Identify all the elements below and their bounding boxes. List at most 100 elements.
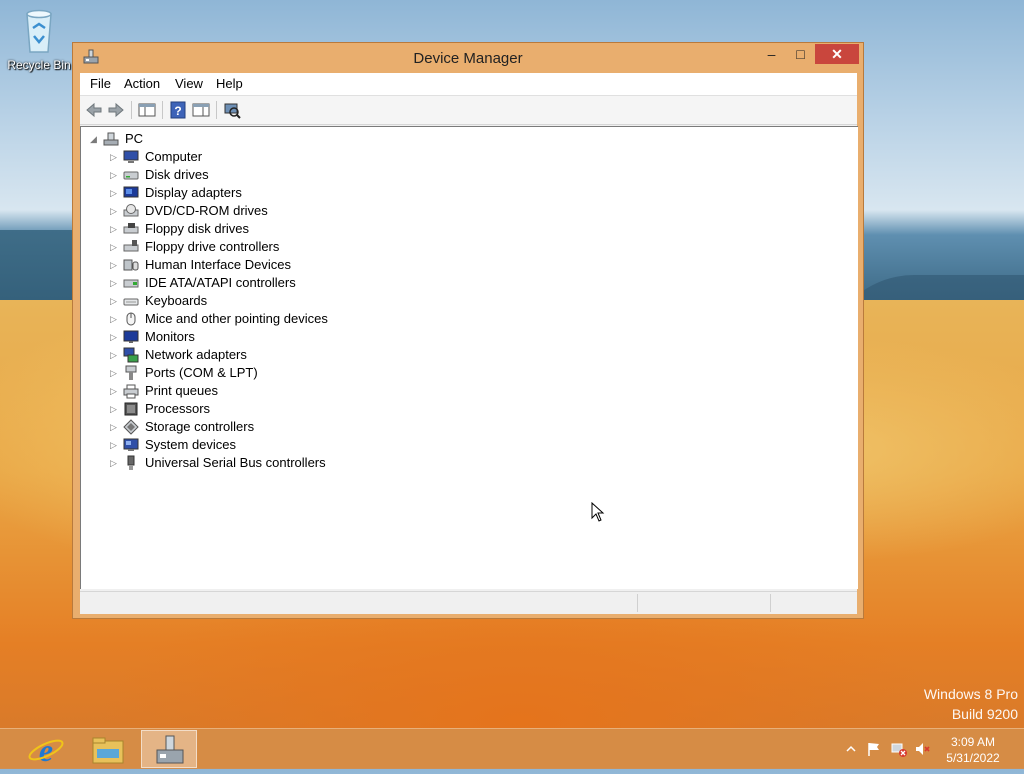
hid-icon [123, 259, 139, 271]
tree-node-label: Print queues [145, 383, 218, 398]
network-adapter-icon [123, 347, 139, 363]
expand-arrow-icon[interactable]: ▷ [110, 188, 118, 198]
toolbar-separator [131, 101, 132, 119]
title-bar[interactable]: Device Manager – □ ✕ [73, 43, 863, 73]
mouse-cursor-icon [591, 502, 605, 522]
tree-node-label: Human Interface Devices [145, 257, 291, 272]
expand-arrow-icon[interactable]: ▷ [110, 170, 118, 180]
recycle-bin-label: Recycle Bin [7, 58, 71, 72]
menu-bar: File Action View Help [80, 73, 857, 96]
window-title: Device Manager [413, 50, 523, 67]
tree-node-label: Floppy disk drives [145, 221, 250, 236]
internet-explorer-icon: e [28, 732, 64, 768]
menu-action[interactable]: Action [124, 76, 160, 91]
file-explorer-icon [92, 737, 124, 764]
taskbar-internet-explorer[interactable]: e [18, 730, 74, 768]
network-icon[interactable] [891, 741, 907, 757]
show-hidden-icons-icon[interactable] [843, 741, 859, 757]
taskbar-device-manager[interactable] [141, 730, 197, 768]
close-button[interactable]: ✕ [815, 44, 859, 64]
expand-arrow-icon[interactable]: ▷ [110, 422, 118, 432]
tree-root-label: PC [125, 131, 144, 146]
clock-date: 5/31/2022 [946, 751, 1000, 765]
toolbar: ? [80, 96, 857, 125]
tree-node-label: Display adapters [145, 185, 242, 200]
expand-arrow-icon[interactable]: ▷ [110, 278, 118, 288]
scan-hardware-icon[interactable] [222, 100, 242, 120]
maximize-button[interactable]: □ [787, 44, 814, 64]
mouse-icon [126, 312, 136, 326]
monitor-icon [123, 330, 139, 343]
tree-node-label: Storage controllers [145, 419, 255, 434]
tree-node-label: Disk drives [145, 167, 209, 182]
toolbar-separator [216, 101, 217, 119]
expand-arrow-icon[interactable]: ▷ [110, 224, 118, 234]
tree-node-label: Keyboards [145, 293, 208, 308]
port-icon [125, 365, 137, 380]
display-adapter-icon [123, 186, 139, 198]
tree-node-label: Processors [145, 401, 211, 416]
tree-node-label: Universal Serial Bus controllers [145, 455, 326, 470]
device-tree[interactable]: ◢ PC ▷ Computer ▷ Disk drives ▷ Display adapt… [80, 126, 858, 589]
status-bar-divider [770, 594, 771, 612]
tree-node-label: Computer [145, 149, 203, 164]
expand-arrow-icon[interactable]: ▷ [110, 350, 118, 360]
tree-node-label: Monitors [145, 329, 195, 344]
expand-arrow-icon[interactable]: ▷ [110, 314, 118, 324]
tree-node-label: Network adapters [145, 347, 247, 362]
recycle-bin-icon [26, 9, 52, 53]
toolbar-separator [162, 101, 163, 119]
processor-icon [124, 402, 138, 416]
taskbar-file-explorer[interactable] [80, 730, 136, 768]
recycle-bin-desktop-icon[interactable]: Recycle Bin [6, 6, 72, 72]
windows-build-watermark: Windows 8 Pro Build 9200 [924, 684, 1018, 724]
expand-arrow-icon[interactable]: ▷ [110, 404, 118, 414]
expand-arrow-icon[interactable]: ▷ [110, 206, 118, 216]
expand-arrow-icon[interactable]: ▷ [110, 242, 118, 252]
help-icon[interactable]: ? [168, 100, 188, 120]
menu-file[interactable]: File [90, 76, 111, 91]
action-center-flag-icon[interactable] [866, 741, 882, 757]
floppy-drive-icon [123, 223, 139, 234]
dvd-drive-icon [123, 204, 139, 217]
status-bar [80, 591, 857, 614]
volume-muted-icon[interactable] [914, 741, 930, 757]
forward-icon[interactable] [106, 100, 126, 120]
watermark-edition: Windows 8 Pro [923, 686, 1018, 702]
menu-help[interactable]: Help [216, 76, 243, 91]
printer-icon [123, 384, 139, 399]
device-manager-taskbar-icon [156, 735, 184, 764]
tree-node-label: Mice and other pointing devices [145, 311, 328, 326]
show-hide-console-tree-icon[interactable] [137, 100, 157, 120]
computer-icon [123, 150, 139, 163]
collapse-arrow-icon[interactable]: ◢ [90, 134, 98, 144]
back-icon[interactable] [84, 100, 104, 120]
disk-drive-icon [123, 171, 139, 180]
expand-arrow-icon[interactable]: ▷ [110, 458, 118, 468]
tree-node-label: Floppy drive controllers [145, 239, 280, 254]
system-device-icon [123, 438, 139, 451]
device-manager-window: Device Manager – □ ✕ File Action View He… [72, 42, 864, 619]
svg-text:e: e [39, 732, 53, 768]
floppy-controller-icon [123, 240, 139, 252]
svg-text:?: ? [174, 104, 181, 118]
storage-controller-icon [123, 419, 139, 435]
expand-arrow-icon[interactable]: ▷ [110, 296, 118, 306]
expand-arrow-icon[interactable]: ▷ [110, 332, 118, 342]
expand-arrow-icon[interactable]: ▷ [110, 386, 118, 396]
status-bar-divider [637, 594, 638, 612]
expand-arrow-icon[interactable]: ▷ [110, 260, 118, 270]
menu-view[interactable]: View [175, 76, 203, 91]
taskbar-clock[interactable]: 3:09 AM 5/31/2022 [940, 734, 1006, 766]
taskbar: e 3:09 AM 5/31/2022 [0, 728, 1024, 769]
tree-node-label: Ports (COM & LPT) [145, 365, 258, 380]
expand-arrow-icon[interactable]: ▷ [110, 368, 118, 378]
window-client-area: File Action View Help ? ◢ PC ▷ Computer … [80, 73, 858, 614]
minimize-button[interactable]: – [758, 44, 785, 64]
pc-icon [103, 132, 119, 146]
expand-arrow-icon[interactable]: ▷ [110, 152, 118, 162]
properties-icon[interactable] [191, 100, 211, 120]
ide-controller-icon [123, 279, 139, 288]
tree-node-label: IDE ATA/ATAPI controllers [145, 275, 296, 290]
expand-arrow-icon[interactable]: ▷ [110, 440, 118, 450]
